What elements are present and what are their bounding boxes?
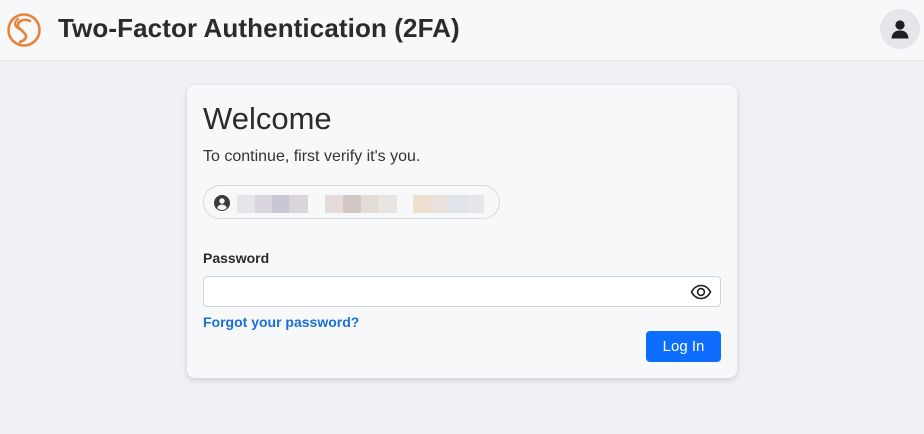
user-circle-icon: [214, 195, 230, 211]
forgot-password-link[interactable]: Forgot your password?: [203, 314, 359, 330]
page-title: Two-Factor Authentication (2FA): [58, 13, 460, 43]
password-input[interactable]: [203, 276, 721, 307]
login-card: Welcome To continue, first verify it's y…: [187, 85, 737, 378]
welcome-heading: Welcome: [203, 101, 332, 136]
password-label: Password: [203, 250, 270, 266]
account-chip[interactable]: [203, 185, 500, 219]
show-password-toggle[interactable]: [689, 282, 713, 302]
eye-icon: [690, 284, 712, 300]
person-icon: [891, 20, 909, 39]
app-header: Two-Factor Authentication (2FA): [0, 0, 924, 61]
avatar[interactable]: [880, 9, 920, 49]
login-button[interactable]: Log In: [646, 331, 721, 362]
welcome-subtitle: To continue, first verify it's you.: [203, 148, 421, 165]
swirl-logo-icon: [7, 13, 41, 47]
